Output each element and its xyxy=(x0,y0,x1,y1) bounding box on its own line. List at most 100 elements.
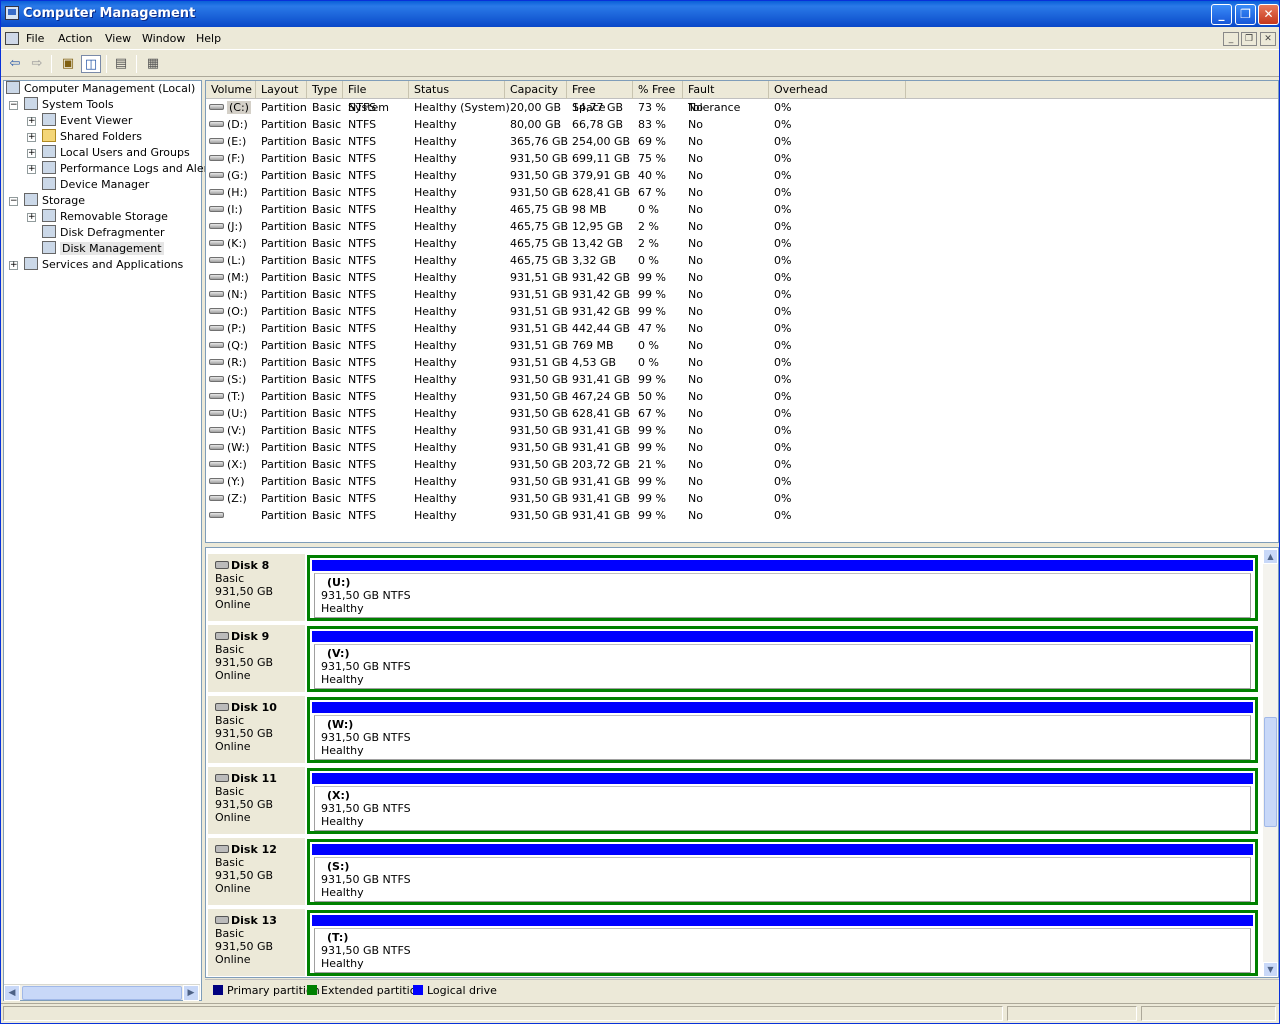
tree-horizontal-scrollbar[interactable]: ◀ ▶ xyxy=(4,984,200,1001)
table-row[interactable]: (P:) Partition Basic NTFS Healthy 931,51 GB 44… xyxy=(206,320,1278,337)
logical-drive[interactable]: (W:) 931,50 GB NTFS Healthy xyxy=(314,715,1251,760)
back-icon[interactable]: ⇦ xyxy=(5,55,25,73)
extended-partition[interactable]: (U:) 931,50 GB NTFS Healthy xyxy=(307,555,1258,621)
forward-icon[interactable]: ⇨ xyxy=(27,55,47,73)
scroll-thumb[interactable] xyxy=(22,986,182,1000)
column-header[interactable]: Fault Tolerance xyxy=(683,81,769,114)
tree-item-computer-management[interactable]: Computer Management (Local) xyxy=(6,81,195,97)
logical-drive[interactable]: (S:) 931,50 GB NTFS Healthy xyxy=(314,857,1251,902)
title-bar[interactable]: Computer Management _ ❐ ✕ xyxy=(1,1,1279,27)
tree-item-storage[interactable]: Storage xyxy=(24,193,85,209)
expand-toggle[interactable]: + xyxy=(27,133,36,142)
table-row[interactable]: (X:) Partition Basic NTFS Healthy 931,50 GB 20… xyxy=(206,456,1278,473)
column-header[interactable]: Volume xyxy=(206,81,256,99)
collapse-toggle[interactable]: − xyxy=(9,101,18,110)
disk-info[interactable]: Disk 8 Basic 931,50 GB Online xyxy=(208,554,305,621)
expand-toggle[interactable]: + xyxy=(27,149,36,158)
table-row[interactable]: (G:) Partition Basic NTFS Healthy 931,50 GB 37… xyxy=(206,167,1278,184)
column-header[interactable]: Layout xyxy=(256,81,307,99)
extended-partition[interactable]: (V:) 931,50 GB NTFS Healthy xyxy=(307,626,1258,692)
column-header[interactable]: Status xyxy=(409,81,505,99)
menu-file[interactable]: File xyxy=(26,32,44,45)
scroll-right-icon[interactable]: ▶ xyxy=(183,985,199,1001)
scroll-down-icon[interactable]: ▼ xyxy=(1263,962,1278,977)
disk-view-vertical-scrollbar[interactable]: ▲ ▼ xyxy=(1263,549,1278,977)
column-header[interactable]: File System xyxy=(343,81,409,114)
table-row[interactable]: (D:) Partition Basic NTFS Healthy 80,00 GB 66,… xyxy=(206,116,1278,133)
column-header[interactable]: Overhead xyxy=(769,81,906,99)
table-row[interactable]: (S:) Partition Basic NTFS Healthy 931,50 GB 93… xyxy=(206,371,1278,388)
close-button[interactable]: ✕ xyxy=(1258,4,1279,25)
scroll-left-icon[interactable]: ◀ xyxy=(4,985,20,1001)
tree-item-disk-defragmenter[interactable]: Disk Defragmenter xyxy=(42,225,165,241)
tree-item-disk-management[interactable]: Disk Management xyxy=(42,241,164,257)
disk-info[interactable]: Disk 11 Basic 931,50 GB Online xyxy=(208,767,305,834)
tree-item-event-viewer[interactable]: Event Viewer xyxy=(42,113,132,129)
tree-item-performance-logs[interactable]: Performance Logs and Alerts xyxy=(42,161,218,177)
restore-button[interactable]: ❐ xyxy=(1235,4,1256,25)
properties-icon[interactable]: ▤ xyxy=(111,55,131,73)
extended-partition[interactable]: (S:) 931,50 GB NTFS Healthy xyxy=(307,839,1258,905)
column-header[interactable]: Free Space xyxy=(567,81,633,114)
up-folder-icon[interactable]: ▣ xyxy=(58,55,78,73)
tree-item-local-users-and-groups[interactable]: Local Users and Groups xyxy=(42,145,190,161)
disk-info[interactable]: Disk 10 Basic 931,50 GB Online xyxy=(208,696,305,763)
column-header[interactable]: % Free xyxy=(633,81,683,99)
table-row[interactable]: (C:) Partition Basic NTFS Healthy (System) 20… xyxy=(206,99,1278,116)
mdi-minimize-button[interactable]: _ xyxy=(1223,32,1239,46)
scroll-thumb[interactable] xyxy=(1264,717,1277,827)
table-row[interactable]: (N:) Partition Basic NTFS Healthy 931,51 GB 93… xyxy=(206,286,1278,303)
tree-item-system-tools[interactable]: System Tools xyxy=(24,97,114,113)
table-row[interactable]: Partition Basic NTFS Healthy 931,50 GB 931,41… xyxy=(206,507,1278,524)
mdi-restore-button[interactable]: ❐ xyxy=(1241,32,1257,46)
table-row[interactable]: (H:) Partition Basic NTFS Healthy 931,50 GB 62… xyxy=(206,184,1278,201)
table-row[interactable]: (L:) Partition Basic NTFS Healthy 465,75 GB 3,… xyxy=(206,252,1278,269)
disk-info[interactable]: Disk 12 Basic 931,50 GB Online xyxy=(208,838,305,905)
table-row[interactable]: (R:) Partition Basic NTFS Healthy 931,51 GB 4,… xyxy=(206,354,1278,371)
table-row[interactable]: (Q:) Partition Basic NTFS Healthy 931,51 GB 76… xyxy=(206,337,1278,354)
table-row[interactable]: (U:) Partition Basic NTFS Healthy 931,50 GB 62… xyxy=(206,405,1278,422)
expand-toggle[interactable]: + xyxy=(27,213,36,222)
table-row[interactable]: (Y:) Partition Basic NTFS Healthy 931,50 GB 93… xyxy=(206,473,1278,490)
extended-partition[interactable]: (W:) 931,50 GB NTFS Healthy xyxy=(307,697,1258,763)
tree-item-shared-folders[interactable]: Shared Folders xyxy=(42,129,142,145)
extended-partition[interactable]: (X:) 931,50 GB NTFS Healthy xyxy=(307,768,1258,834)
table-row[interactable]: (E:) Partition Basic NTFS Healthy 365,76 GB 25… xyxy=(206,133,1278,150)
help-icon[interactable]: ▦ xyxy=(143,55,163,73)
menu-app-icon[interactable] xyxy=(5,32,19,45)
table-row[interactable]: (O:) Partition Basic NTFS Healthy 931,51 GB 93… xyxy=(206,303,1278,320)
disk-info[interactable]: Disk 13 Basic 931,50 GB Online xyxy=(208,909,305,976)
logical-drive[interactable]: (X:) 931,50 GB NTFS Healthy xyxy=(314,786,1251,831)
mdi-close-button[interactable]: ✕ xyxy=(1260,32,1276,46)
column-header[interactable]: Capacity xyxy=(505,81,567,99)
logical-drive[interactable]: (V:) 931,50 GB NTFS Healthy xyxy=(314,644,1251,689)
table-row[interactable]: (J:) Partition Basic NTFS Healthy 465,75 GB 12… xyxy=(206,218,1278,235)
table-row[interactable]: (V:) Partition Basic NTFS Healthy 931,50 GB 93… xyxy=(206,422,1278,439)
menu-view[interactable]: View xyxy=(105,32,131,45)
expand-toggle[interactable]: + xyxy=(9,261,18,270)
expand-toggle[interactable]: + xyxy=(27,165,36,174)
show-hide-tree-icon[interactable]: ◫ xyxy=(81,55,101,73)
scroll-up-icon[interactable]: ▲ xyxy=(1263,549,1278,564)
disk-info[interactable]: Disk 9 Basic 931,50 GB Online xyxy=(208,625,305,692)
collapse-toggle[interactable]: − xyxy=(9,197,18,206)
tree-item-services-and-applications[interactable]: Services and Applications xyxy=(24,257,183,273)
expand-toggle[interactable]: + xyxy=(27,117,36,126)
tree-item-device-manager[interactable]: Device Manager xyxy=(42,177,149,193)
logical-drive[interactable]: (T:) 931,50 GB NTFS Healthy xyxy=(314,928,1251,973)
table-row[interactable]: (W:) Partition Basic NTFS Healthy 931,50 GB 93… xyxy=(206,439,1278,456)
table-row[interactable]: (M:) Partition Basic NTFS Healthy 931,51 GB 93… xyxy=(206,269,1278,286)
logical-drive[interactable]: (U:) 931,50 GB NTFS Healthy xyxy=(314,573,1251,618)
table-row[interactable]: (K:) Partition Basic NTFS Healthy 465,75 GB 13… xyxy=(206,235,1278,252)
menu-action[interactable]: Action xyxy=(58,32,92,45)
extended-partition[interactable]: (T:) 931,50 GB NTFS Healthy xyxy=(307,910,1258,976)
menu-window[interactable]: Window xyxy=(142,32,185,45)
menu-help[interactable]: Help xyxy=(196,32,221,45)
table-row[interactable]: (I:) Partition Basic NTFS Healthy 465,75 GB 98… xyxy=(206,201,1278,218)
table-row[interactable]: (T:) Partition Basic NTFS Healthy 931,50 GB 46… xyxy=(206,388,1278,405)
table-row[interactable]: (Z:) Partition Basic NTFS Healthy 931,50 GB 93… xyxy=(206,490,1278,507)
column-header[interactable]: Type xyxy=(307,81,343,99)
table-row[interactable]: (F:) Partition Basic NTFS Healthy 931,50 GB 69… xyxy=(206,150,1278,167)
tree-item-removable-storage[interactable]: Removable Storage xyxy=(42,209,168,225)
minimize-button[interactable]: _ xyxy=(1211,4,1232,25)
